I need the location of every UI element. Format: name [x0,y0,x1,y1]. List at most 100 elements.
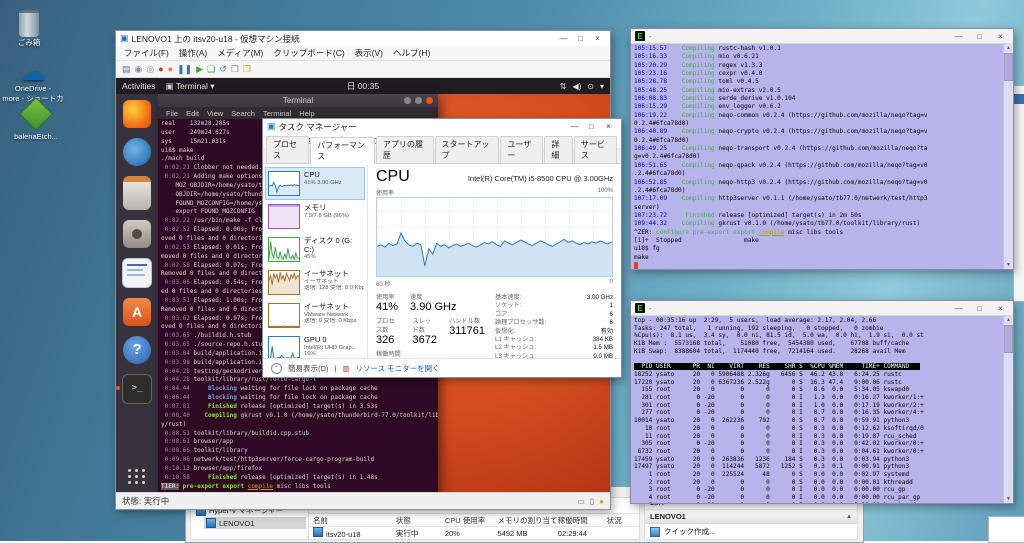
tab-詳細[interactable]: 詳細 [544,136,573,163]
start-icon[interactable]: ◉ [135,64,143,75]
close-button[interactable]: × [992,29,1009,44]
pause-icon[interactable]: ❚❚ [177,64,192,75]
desktop-icon-balena-etcher[interactable]: balenaEtch... [8,97,64,141]
connect-icon[interactable]: ◎ [146,64,154,75]
scroll-down-icon[interactable]: ▼ [1006,495,1011,503]
scroll-up-icon[interactable]: ▲ [1006,44,1011,52]
maximize-button[interactable]: □ [971,301,988,316]
collapse-icon[interactable]: ▲ [846,514,852,520]
tab-ユーザー[interactable]: ユーザー [500,136,544,163]
simple-view-button[interactable]: 簡易表示(D) [288,363,328,374]
sidebar-item-2[interactable]: ディスク 0 (G: C:) 45% [265,233,365,266]
terminal-menu-item[interactable]: Edit [186,109,199,118]
terminal-icon[interactable]: >_ [116,374,152,404]
open-resource-monitor-link[interactable]: リソース モニターを開く [355,363,439,374]
sidebar-item-3[interactable]: イーサネット イーサネット 送信: 128 受信: 8.0 Kbps [265,266,365,299]
desktop-icon-recycle-bin[interactable]: ごみ箱 [6,10,52,48]
close-icon[interactable] [426,97,433,104]
menu-item[interactable]: メディア(M) [213,47,267,59]
menu-item[interactable]: クリップボード(C) [269,47,348,59]
system-tray[interactable]: ⇅ ◀) ⊙ ▾ [560,82,604,91]
terminal-menu-item[interactable]: Search [231,109,255,118]
console-title-bar[interactable]: E - — □ × [631,29,1013,44]
terminal-title: Terminal [282,96,314,105]
detail-row: L1 キャッシュ: 384 KB [495,336,613,344]
rhythmbox-icon[interactable] [123,220,151,248]
close-button[interactable]: × [992,301,1009,316]
tab-プロセス[interactable]: プロセス [266,136,310,163]
menu-item[interactable]: ヘルプ(H) [389,47,434,59]
tab-スタートアップ[interactable]: スタートアップ [434,136,500,163]
minimize-button[interactable]: — [555,31,572,46]
close-button[interactable]: × [600,119,617,134]
terminal-title-bar[interactable]: Terminal [158,94,438,107]
show-applications-icon[interactable] [128,469,146,484]
vm-list-header[interactable]: 名前 状態 CPU 使用率 メモリの割り当て 稼働時間 状況 [309,513,639,527]
turn-off-icon[interactable]: ● [158,64,163,74]
libreoffice-writer-icon[interactable] [122,258,152,288]
maximize-button[interactable]: □ [971,29,988,44]
desktop-icon-onedrive[interactable]: ☁ OneDrive - more - ショートカ [2,61,64,104]
server-icon [206,518,216,528]
scrollbar[interactable]: ▲ ▼ [1003,44,1013,269]
terminal-menu-item[interactable]: File [166,109,178,118]
help-icon[interactable]: ? [123,336,151,364]
sidebar-item-cpu[interactable]: CPU 41% 3.90 GHz [265,167,365,200]
sidebar-item-1[interactable]: メモリ 7.5/7.8 GB (96%) [265,200,365,233]
maximize-button[interactable]: □ [583,119,600,134]
terminal-menu-item[interactable]: Help [299,109,314,118]
sidebar-item-5[interactable]: GPU 0 Intel(R) UHD Grap... 16% [265,332,365,358]
maximize-button[interactable]: □ [572,31,589,46]
minimize-button[interactable]: — [566,119,583,134]
ubuntu-software-icon[interactable]: A [123,298,151,326]
maximize-icon[interactable] [415,97,422,104]
scroll-up-icon[interactable]: ▲ [1006,316,1011,324]
console-title-bar[interactable]: E - — □ × [631,301,1013,316]
menu-item[interactable]: ファイル(F) [120,47,173,59]
menu-item[interactable]: 操作(A) [175,47,211,59]
revert-icon[interactable]: ↺ [219,64,227,75]
screen-icon[interactable]: ❐ [231,64,239,75]
hyperv-tree-host[interactable]: LENOVO1 [204,517,306,529]
task-manager-tabs: プロセス パフォーマンス アプリの履歴 スタートアップ ユーザー 詳細 サービス [263,136,621,164]
power-icon: ⊙ [587,81,594,91]
close-button[interactable]: × [589,31,606,46]
balena-etcher-icon [19,97,53,131]
menu-item[interactable]: 表示(V) [351,47,387,59]
app-menu[interactable]: ▣ Terminal ▾ [166,81,215,92]
checkpoint-icon[interactable]: ❏ [207,64,215,75]
resume-icon[interactable]: ▶ [196,64,203,75]
minimize-button[interactable]: — [950,29,967,44]
sidebar-item-4[interactable]: イーサネット VMware Network... 送信: 0 受信: 0 Kbps [265,299,365,332]
tab-パフォーマンス[interactable]: パフォーマンス [310,137,375,164]
background-window-corner [988,516,1024,543]
thunderbird-icon[interactable] [123,138,151,166]
terminal-menu-item[interactable]: View [207,109,223,118]
vm-status-bar: 状態: 実行中 ▭ ▯ ● [116,492,610,509]
task-manager-title-bar[interactable]: ▣ タスク マネージャー — □ × [263,119,621,134]
balena-etcher-label: balenaEtch... [14,132,58,141]
detail-row: コア: 6 [495,310,613,318]
files-icon[interactable] [123,176,151,210]
shut-down-icon[interactable]: ● [168,64,173,74]
scrollbar-thumb[interactable] [1004,325,1013,353]
background-window-edge [1013,85,1024,302]
scrollbar[interactable]: ▲ ▼ [1003,316,1013,503]
firefox-icon[interactable] [123,100,151,128]
scrollbar-thumb[interactable] [1004,53,1013,81]
activities-button[interactable]: Activities [122,81,156,91]
minimize-icon[interactable] [404,97,411,104]
vm-row-itsv20-u18[interactable]: itsv20-u18 実行中 20% 5492 MB 02:29:44 [309,527,639,539]
vm-title-bar[interactable]: ▣ LENOVO1 上の itsv20-u18 - 仮想マシン接続 — □ × [116,31,610,46]
actions-host-section[interactable]: LENOVO1 ▲ [645,509,857,524]
tab-サービス[interactable]: サービス [573,136,617,163]
terminal-menu-item[interactable]: Terminal [263,109,291,118]
mini-graph [268,171,300,196]
action-quick-create[interactable]: クイック作成... [645,524,857,539]
minimize-button[interactable]: — [950,301,967,316]
enhanced-session-icon[interactable]: ❒ [243,64,251,75]
terminal-window-controls[interactable] [404,97,433,104]
scroll-down-icon[interactable]: ▼ [1006,261,1011,269]
tab-アプリの履歴[interactable]: アプリの履歴 [375,136,434,163]
ctrl-alt-del-icon[interactable]: ▤ [122,64,131,75]
